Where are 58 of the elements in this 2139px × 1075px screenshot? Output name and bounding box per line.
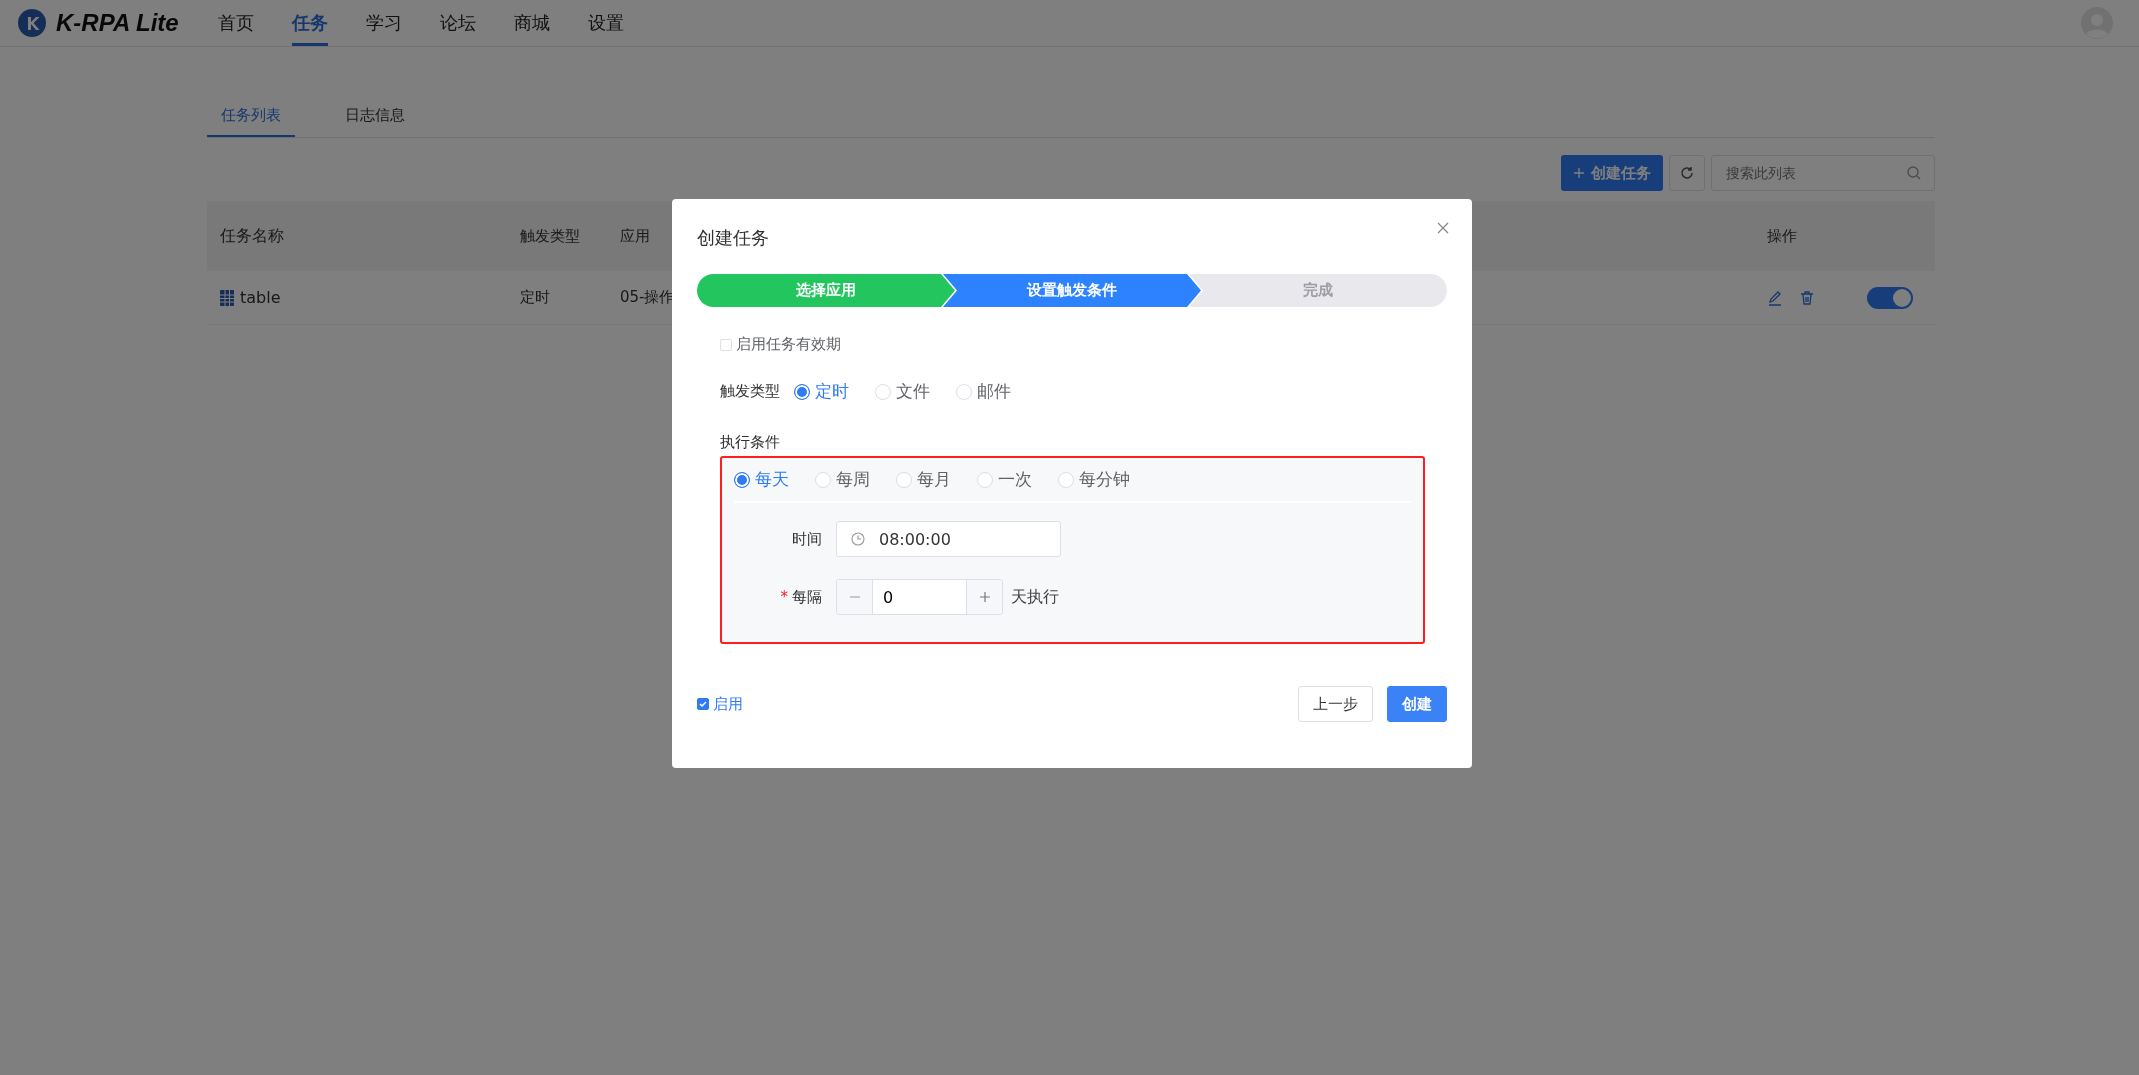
page-tab[interactable]: 任务列表 <box>207 106 295 137</box>
radio-label: 每天 <box>755 468 789 491</box>
app-name: K-RPA Lite <box>56 9 179 37</box>
delete-icon[interactable] <box>1799 289 1815 306</box>
required-mark: * <box>780 587 788 607</box>
radio-button[interactable] <box>734 471 750 488</box>
column-header: 操作 <box>1767 226 1797 246</box>
radio-label: 每周 <box>836 468 870 491</box>
time-field[interactable]: 08:00:00 <box>877 528 1031 550</box>
page-tab[interactable]: 日志信息 <box>331 106 419 137</box>
radio-label: 定时 <box>815 380 849 403</box>
unit-label: 天执行 <box>1011 586 1059 608</box>
field-label: 触发类型 <box>720 382 780 401</box>
nav-tab[interactable]: 设置 <box>588 0 624 46</box>
toggle-switch[interactable] <box>1867 286 1913 309</box>
nav-tab[interactable]: 商城 <box>514 0 550 46</box>
previous-step-button[interactable]: 上一步 <box>1298 686 1373 722</box>
field-label: 时间 <box>791 529 822 549</box>
radio-button[interactable] <box>794 383 810 400</box>
radio-label: 每分钟 <box>1079 468 1130 491</box>
section-label: 执行条件 <box>720 433 781 452</box>
step: 完成 <box>1189 274 1447 307</box>
create-button[interactable]: 创建 <box>1387 686 1447 722</box>
step: 设置触发条件 <box>943 274 1201 307</box>
task-name: table <box>240 288 281 307</box>
radio-label: 文件 <box>896 380 930 403</box>
clock-icon <box>851 532 865 546</box>
refresh-icon[interactable] <box>1669 155 1705 191</box>
column-header: 任务名称 <box>220 225 284 247</box>
radio-label: 邮件 <box>977 380 1011 403</box>
minus-icon[interactable] <box>837 580 872 614</box>
column-header: 触发类型 <box>520 226 580 245</box>
step: 选择应用 <box>697 274 955 307</box>
close-icon[interactable] <box>1437 222 1449 234</box>
number-stepper[interactable]: 0 <box>836 579 1003 615</box>
radio-label: 每月 <box>917 468 951 491</box>
nav-tab[interactable]: 论坛 <box>440 0 476 46</box>
nav-tab[interactable]: 任务 <box>292 0 328 46</box>
plus-icon <box>1573 167 1585 179</box>
time-picker[interactable]: 08:00:00 <box>836 521 1061 557</box>
plus-icon[interactable] <box>967 580 1002 614</box>
table-icon <box>220 289 234 306</box>
table-cell: 定时 <box>520 288 550 306</box>
checkbox[interactable] <box>697 698 709 710</box>
field-label: 每隔 <box>792 587 822 607</box>
logo-icon <box>18 9 46 37</box>
edit-icon[interactable] <box>1767 289 1783 306</box>
search-icon <box>1906 165 1922 181</box>
dialog-title: 创建任务 <box>697 226 769 250</box>
column-header: 应用 <box>620 226 650 245</box>
number-field[interactable]: 0 <box>872 580 967 614</box>
checkbox-label: 启用任务有效期 <box>736 335 841 354</box>
nav-tab[interactable]: 学习 <box>366 0 402 46</box>
nav-tab[interactable]: 首页 <box>218 0 254 46</box>
create-task-button[interactable]: 创建任务 <box>1561 155 1663 191</box>
search-box[interactable]: 搜索此列表 <box>1711 155 1935 191</box>
radio-label: 一次 <box>998 468 1032 491</box>
checkbox-label: 启用 <box>713 694 743 714</box>
